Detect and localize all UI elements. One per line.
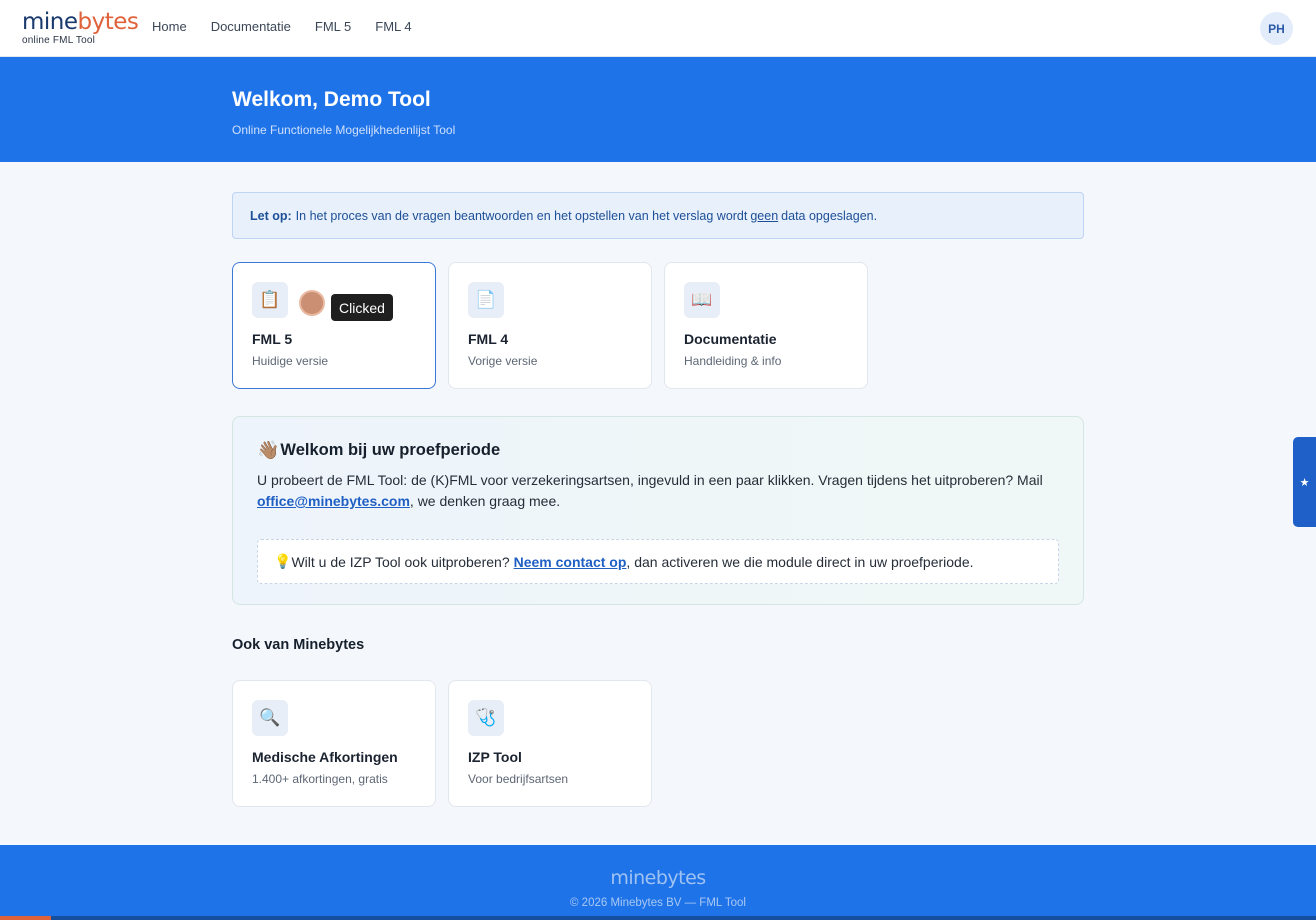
card-fml5[interactable]: 📋 FML 5 Huidige versie bbox=[232, 262, 436, 389]
card-izp-tool[interactable]: 🩺 IZP Tool Voor bedrijfsartsen bbox=[448, 680, 652, 807]
card-title: Documentatie bbox=[684, 331, 777, 347]
tip-text-after: , dan activeren we die module direct in … bbox=[626, 553, 974, 570]
card-title: IZP Tool bbox=[468, 749, 522, 765]
clicked-tooltip: Clicked bbox=[331, 294, 393, 321]
nav-home[interactable]: Home bbox=[152, 19, 187, 34]
card-title: FML 4 bbox=[468, 331, 509, 347]
contact-link[interactable]: Neem contact op bbox=[514, 554, 627, 570]
email-link[interactable]: office@minebytes.com bbox=[257, 493, 410, 509]
logo-part-mine: mine bbox=[22, 9, 78, 35]
document-icon: 📄 bbox=[468, 282, 504, 318]
trial-title: 👋🏽 Welkom bij uw proefperiode bbox=[257, 440, 500, 461]
main-nav: Home Documentatie FML 5 FML 4 bbox=[152, 19, 412, 34]
nav-fml4[interactable]: FML 4 bbox=[375, 19, 411, 34]
logo-tagline: online FML Tool bbox=[22, 35, 96, 46]
notice-emphasis: geen bbox=[750, 208, 779, 223]
card-documentatie[interactable]: 📖 Documentatie Handleiding & info bbox=[664, 262, 868, 389]
trial-text-before: U probeert de FML Tool: de (K)FML voor v… bbox=[257, 472, 1043, 488]
footer-bottom-bar bbox=[0, 916, 1316, 920]
page-subtitle: Online Functionele Mogelijkhedenlijst To… bbox=[232, 123, 456, 137]
footer-copyright: © 2026 Minebytes BV — FML Tool bbox=[570, 897, 746, 909]
card-title: Medische Afkortingen bbox=[252, 749, 398, 765]
trial-text-after: , we denken graag mee. bbox=[409, 493, 561, 509]
magnifier-icon: 🔍 bbox=[252, 700, 288, 736]
minebytes-logo[interactable]: minebytes online FML Tool bbox=[22, 9, 139, 46]
card-subtitle: Vorige versie bbox=[468, 354, 538, 368]
nav-documentatie[interactable]: Documentatie bbox=[211, 19, 291, 34]
notice-text-after: data opgeslagen. bbox=[781, 208, 878, 223]
top-navbar: minebytes online FML Tool Home Documenta… bbox=[0, 0, 1316, 57]
click-indicator bbox=[299, 290, 325, 316]
logo-wordmark: minebytes bbox=[22, 9, 139, 35]
book-icon: 📖 bbox=[684, 282, 720, 318]
card-subtitle: Handleiding & info bbox=[684, 354, 782, 368]
card-subtitle: 1.400+ afkortingen, gratis bbox=[252, 772, 388, 786]
tip-text-before: Wilt u de IZP Tool ook uitproberen? bbox=[291, 553, 510, 570]
footer-accent-bar bbox=[0, 916, 51, 920]
trial-title-text: Welkom bij uw proefperiode bbox=[280, 441, 501, 459]
privacy-notice: Let op: In het proces van de vragen bean… bbox=[232, 192, 1084, 239]
trial-description: U probeert de FML Tool: de (K)FML voor v… bbox=[257, 470, 1057, 512]
user-avatar[interactable]: PH bbox=[1260, 12, 1293, 45]
section-title-also: Ook van Minebytes bbox=[232, 637, 365, 653]
welcome-hero: Welkom, Demo Tool Online Functionele Mog… bbox=[0, 57, 1316, 162]
stethoscope-icon: 🩺 bbox=[468, 700, 504, 736]
card-medische-afkortingen[interactable]: 🔍 Medische Afkortingen 1.400+ afkortinge… bbox=[232, 680, 436, 807]
footer-logo: minebytes bbox=[610, 867, 706, 889]
page-title: Welkom, Demo Tool bbox=[232, 88, 431, 111]
notice-label: Let op: bbox=[250, 208, 292, 223]
logo-part-bytes: bytes bbox=[77, 9, 139, 35]
card-subtitle: Huidige versie bbox=[252, 354, 329, 368]
nav-fml5[interactable]: FML 5 bbox=[315, 19, 351, 34]
card-fml4[interactable]: 📄 FML 4 Vorige versie bbox=[448, 262, 652, 389]
card-subtitle: Voor bedrijfsartsen bbox=[468, 772, 569, 786]
waving-hand-icon: 👋🏽 bbox=[257, 440, 280, 460]
lightbulb-icon: 💡 bbox=[274, 553, 292, 569]
card-title: FML 5 bbox=[252, 331, 293, 347]
trial-panel: 👋🏽 Welkom bij uw proefperiode U probeert… bbox=[232, 416, 1084, 605]
izp-tip-box: 💡 Wilt u de IZP Tool ook uitproberen? Ne… bbox=[257, 539, 1059, 584]
feedback-side-tab[interactable]: ★ bbox=[1293, 437, 1316, 527]
notice-text-before: In het proces van de vragen beantwoorden… bbox=[295, 208, 748, 223]
star-icon: ★ bbox=[1299, 476, 1310, 489]
footer: minebytes © 2026 Minebytes BV — FML Tool bbox=[0, 845, 1316, 920]
clipboard-icon: 📋 bbox=[252, 282, 288, 318]
